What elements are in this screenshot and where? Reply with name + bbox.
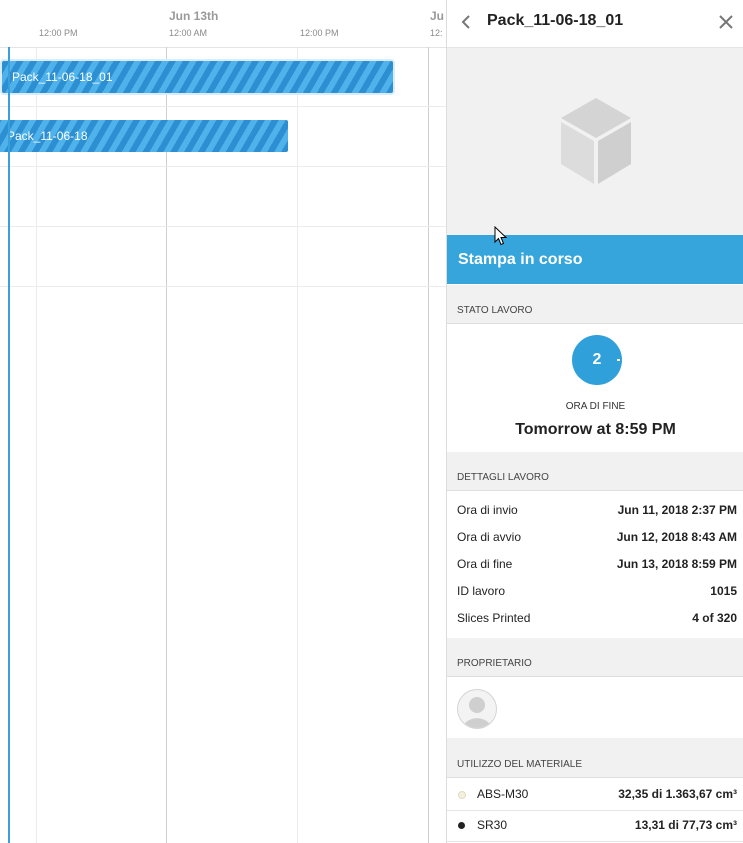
detail-value: 1015 bbox=[710, 584, 737, 598]
detail-row: Ora di avvio Jun 12, 2018 8:43 AM bbox=[457, 530, 737, 546]
material-color-swatch bbox=[458, 791, 466, 799]
job-bar-pack-11-06-18-01[interactable]: Pack_11-06-18_01 bbox=[2, 61, 393, 93]
detail-value: Jun 12, 2018 8:43 AM bbox=[616, 530, 737, 544]
current-time-indicator bbox=[8, 47, 10, 843]
panel-header: Pack_11-06-18_01 bbox=[447, 0, 743, 48]
detail-row: ID lavoro 1015 bbox=[457, 584, 737, 600]
job-bar-pack-11-06-18[interactable]: Pack_11-06-18 bbox=[0, 120, 288, 152]
progress-arc-marker bbox=[617, 359, 620, 361]
detail-row: Ora di invio Jun 11, 2018 2:37 PM bbox=[457, 503, 737, 519]
section-header-job-details: DETTAGLI LAVORO bbox=[447, 452, 743, 491]
hour-label: 12:00 AM bbox=[169, 28, 208, 38]
mouse-cursor-icon bbox=[494, 226, 507, 246]
avatar-placeholder-icon bbox=[463, 697, 491, 728]
hour-label: 12: bbox=[430, 28, 443, 38]
progress-value: 2 bbox=[592, 351, 602, 368]
row-divider bbox=[0, 286, 446, 287]
end-time-value: Tomorrow at 8:59 PM bbox=[515, 421, 676, 438]
job-status-bar: Stampa in corso bbox=[447, 235, 743, 284]
day-label: Jun 13th bbox=[169, 9, 219, 23]
detail-row: Slices Printed 4 of 320 bbox=[457, 611, 737, 627]
timeline-header: Jun 13th Ju 12:00 PM 12:00 AM 12:00 PM 1… bbox=[0, 0, 446, 48]
timeline: Jun 13th Ju 12:00 PM 12:00 AM 12:00 PM 1… bbox=[0, 0, 446, 843]
material-row: ABS-M30 32,35 di 1.363,67 cm³ bbox=[447, 779, 743, 811]
detail-value: Jun 13, 2018 8:59 PM bbox=[616, 557, 737, 571]
detail-label: ID lavoro bbox=[457, 584, 506, 598]
end-time-label: ORA DI FINE bbox=[565, 401, 626, 412]
close-icon bbox=[719, 15, 733, 29]
detail-label: Slices Printed bbox=[457, 611, 531, 625]
chevron-left-icon bbox=[461, 15, 470, 29]
detail-label: Ora di fine bbox=[457, 557, 513, 571]
row-divider bbox=[0, 166, 446, 167]
material-amount: 13,31 di 77,73 cm³ bbox=[634, 818, 737, 832]
box-placeholder-icon bbox=[561, 98, 631, 184]
panel-title: Pack_11-06-18_01 bbox=[487, 12, 624, 29]
material-amount: 32,35 di 1.363,67 cm³ bbox=[618, 787, 737, 801]
day-label: Ju bbox=[430, 9, 445, 23]
job-detail-panel: Pack_11-06-18_01 Stampa in corso STATO L… bbox=[446, 0, 743, 843]
row-divider bbox=[0, 106, 446, 107]
close-button[interactable] bbox=[716, 12, 736, 32]
progress-circle: 2 bbox=[572, 335, 622, 385]
detail-value: 4 of 320 bbox=[692, 611, 737, 625]
section-header-job-status: STATO LAVORO bbox=[447, 285, 743, 324]
job-thumbnail bbox=[447, 48, 743, 235]
material-name: SR30 bbox=[477, 818, 508, 832]
hour-label: 12:00 PM bbox=[39, 28, 78, 38]
row-divider bbox=[0, 226, 446, 227]
material-color-swatch bbox=[458, 822, 465, 829]
detail-row: Ora di fine Jun 13, 2018 8:59 PM bbox=[457, 557, 737, 573]
material-row: SR30 13,31 di 77,73 cm³ bbox=[447, 810, 743, 842]
back-button[interactable] bbox=[459, 12, 475, 32]
material-name: ABS-M30 bbox=[477, 787, 529, 801]
detail-value: Jun 11, 2018 2:37 PM bbox=[617, 503, 737, 517]
avatar bbox=[457, 689, 497, 729]
detail-label: Ora di avvio bbox=[457, 530, 522, 544]
hour-label: 12:00 PM bbox=[300, 28, 339, 38]
section-header-materials: UTILIZZO DEL MATERIALE bbox=[447, 738, 743, 778]
section-header-owner: PROPRIETARIO bbox=[447, 638, 743, 677]
detail-label: Ora di invio bbox=[457, 503, 518, 517]
